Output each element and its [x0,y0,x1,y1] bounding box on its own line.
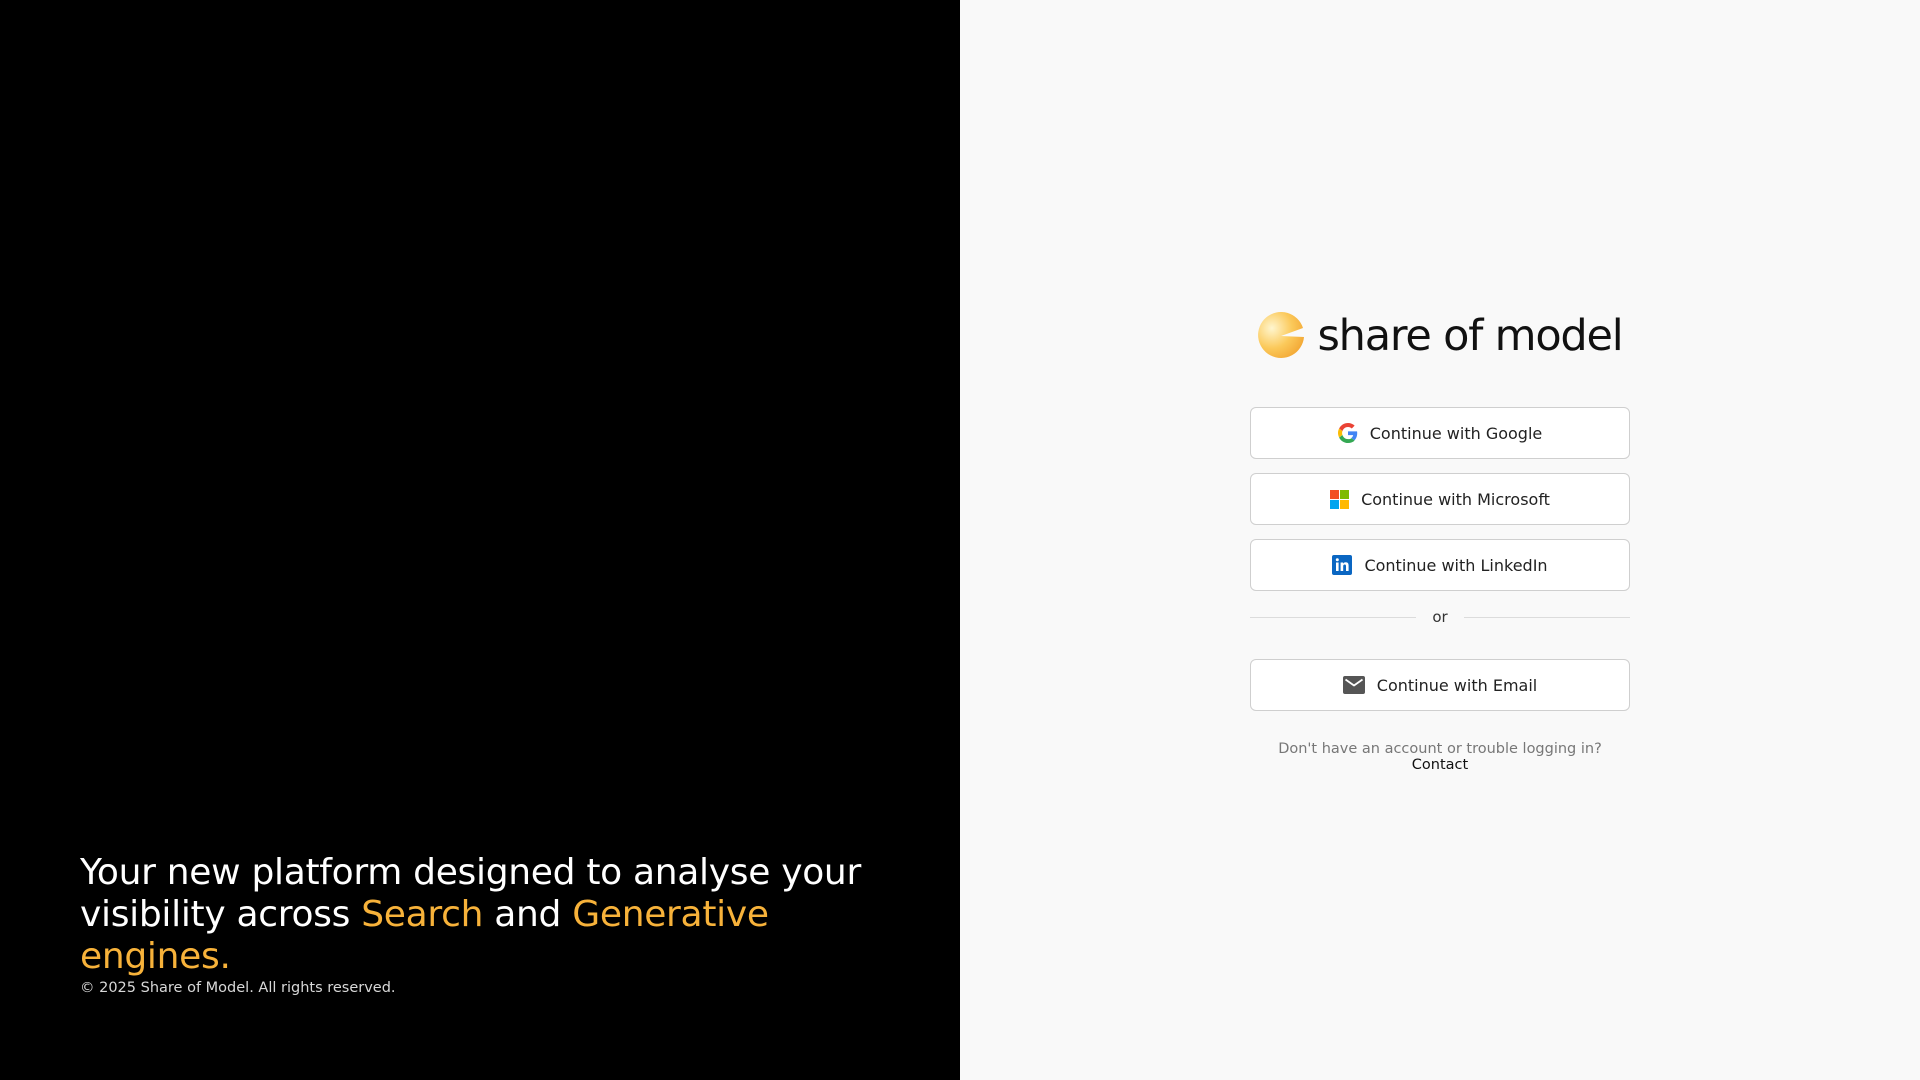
divider-line-right [1463,616,1631,618]
continue-with-google-button[interactable]: Continue with Google [1250,407,1630,459]
help-text: Don't have an account or trouble logging… [1250,741,1630,773]
linkedin-icon [1332,555,1353,575]
brand-logo-icon [1258,312,1305,358]
google-icon [1337,423,1357,443]
hero-panel: Your new platform designed to analyse yo… [0,0,960,1080]
auth-box: share of model Continue with Google Cont… [1250,310,1631,773]
microsoft-icon [1330,489,1350,509]
copyright-text: © 2025 Share of Model. All rights reserv… [80,980,396,996]
divider-line-left [1250,616,1417,618]
or-divider: or [1250,605,1631,629]
brand-name: share of model [1317,311,1623,361]
tagline-search-highlight: Search [361,894,484,935]
auth-panel: share of model Continue with Google Cont… [960,0,1920,1080]
linkedin-button-label: Continue with LinkedIn [1364,555,1548,575]
continue-with-microsoft-button[interactable]: Continue with Microsoft [1250,473,1630,525]
email-button-label: Continue with Email [1376,675,1538,695]
microsoft-button-label: Continue with Microsoft [1361,489,1550,509]
tagline-and: and [483,894,573,935]
mail-icon [1342,676,1365,694]
help-message: Don't have an account or trouble logging… [1278,741,1602,757]
continue-with-email-button[interactable]: Continue with Email [1250,659,1630,711]
divider-text: or [1432,608,1448,626]
google-button-label: Continue with Google [1369,423,1543,443]
brand-header: share of model [1250,310,1630,362]
contact-link[interactable]: Contact [1412,757,1468,773]
hero-tagline: Your new platform designed to analyse yo… [80,852,880,978]
continue-with-linkedin-button[interactable]: Continue with LinkedIn [1250,539,1630,591]
